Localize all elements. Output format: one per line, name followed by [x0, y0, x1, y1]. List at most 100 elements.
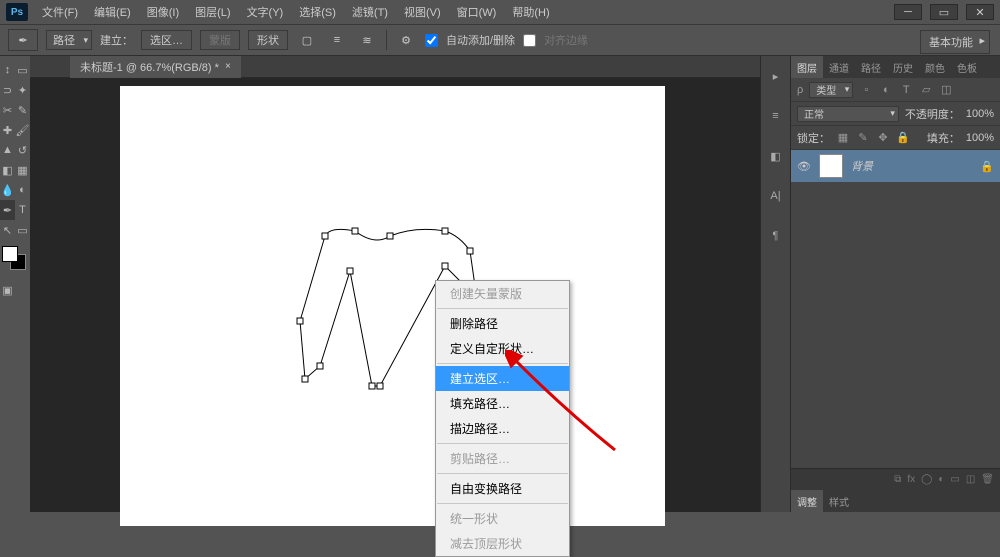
dodge-tool[interactable]: ◐: [15, 180, 30, 200]
filter-adjust-icon[interactable]: ◐: [879, 83, 893, 97]
ctx-fill-path[interactable]: 填充路径…: [436, 391, 569, 416]
marquee-tool[interactable]: ▭: [15, 60, 30, 80]
make-shape-button[interactable]: 形状: [248, 30, 288, 50]
menu-image[interactable]: 图像(I): [139, 0, 187, 24]
visibility-icon[interactable]: 👁: [797, 160, 811, 173]
auto-add-delete-checkbox[interactable]: [425, 34, 438, 47]
window-maximize[interactable]: ▭: [930, 4, 958, 20]
window-close[interactable]: ✕: [966, 4, 994, 20]
shape-tool[interactable]: ▭: [15, 220, 30, 240]
move-tool[interactable]: ↕: [0, 60, 15, 80]
ctx-unite-shapes[interactable]: 统一形状: [436, 506, 569, 531]
type-tool[interactable]: T: [15, 200, 30, 220]
adjust-icon[interactable]: ◐: [938, 474, 944, 485]
path-align-icon[interactable]: ≡: [326, 29, 348, 51]
layer-thumbnail[interactable]: [819, 154, 843, 178]
filter-pixel-icon[interactable]: ▫: [859, 83, 873, 97]
pen-tool[interactable]: ✒: [0, 200, 15, 220]
wand-tool[interactable]: ✦: [15, 80, 30, 100]
tab-swatches[interactable]: 色板: [951, 56, 983, 78]
ctx-free-transform[interactable]: 自由变换路径: [436, 476, 569, 501]
tab-styles[interactable]: 样式: [823, 490, 855, 512]
make-mask-button[interactable]: 蒙版: [200, 30, 240, 50]
close-tab-icon[interactable]: ×: [225, 61, 231, 72]
menu-edit[interactable]: 编辑(E): [86, 0, 139, 24]
layer-name[interactable]: 背景: [851, 158, 873, 174]
lock-move-icon[interactable]: ✥: [876, 131, 890, 145]
workspace-switcher[interactable]: 基本功能: [920, 30, 990, 54]
quickmask-toggle[interactable]: ▣: [0, 280, 15, 300]
fill-value[interactable]: 100%: [966, 132, 994, 144]
window-minimize[interactable]: ─: [894, 4, 922, 20]
path-select-tool[interactable]: ↖: [0, 220, 15, 240]
tab-adjustments[interactable]: 调整: [791, 490, 823, 512]
layers-footer: ⧉ fx ◯ ◐ ▭ ◫ 🗑: [791, 468, 1000, 490]
eyedropper-tool[interactable]: ✎: [15, 100, 30, 120]
collapsed-paragraph-icon[interactable]: ¶: [766, 226, 786, 246]
filter-smart-icon[interactable]: ◫: [939, 83, 953, 97]
ctx-stroke-path[interactable]: 描边路径…: [436, 416, 569, 441]
color-swatches[interactable]: [0, 246, 28, 274]
document-tab[interactable]: 未标题-1 @ 66.7%(RGB/8) * ×: [70, 56, 241, 78]
path-arrange-icon[interactable]: ≋: [356, 29, 378, 51]
lasso-tool[interactable]: ⊃: [0, 80, 15, 100]
auto-add-delete-label: 自动添加/删除: [446, 32, 515, 48]
mask-icon[interactable]: ◯: [921, 474, 932, 485]
make-selection-button[interactable]: 选区…: [141, 30, 192, 50]
align-edges-label: 对齐边缘: [544, 32, 588, 48]
lock-paint-icon[interactable]: ✎: [856, 131, 870, 145]
lock-transparent-icon[interactable]: ▦: [836, 131, 850, 145]
link-icon[interactable]: ⧉: [894, 474, 901, 485]
crop-tool[interactable]: ✂: [0, 100, 15, 120]
trash-icon[interactable]: 🗑: [981, 474, 994, 485]
blur-tool[interactable]: 💧: [0, 180, 15, 200]
fx-icon[interactable]: fx: [907, 474, 915, 485]
blend-mode-select[interactable]: 正常: [797, 106, 899, 122]
menu-filter[interactable]: 滤镜(T): [344, 0, 396, 24]
gear-icon[interactable]: ⚙: [395, 29, 417, 51]
folder-icon[interactable]: ▭: [950, 474, 959, 485]
gradient-tool[interactable]: ▦: [15, 160, 30, 180]
menu-select[interactable]: 选择(S): [291, 0, 344, 24]
ctx-create-vector-mask[interactable]: 创建矢量蒙版: [436, 281, 569, 306]
ctx-define-shape[interactable]: 定义自定形状…: [436, 336, 569, 361]
stamp-tool[interactable]: ▲: [0, 140, 15, 160]
filter-type-icon[interactable]: T: [899, 83, 913, 97]
history-brush-tool[interactable]: ↺: [15, 140, 30, 160]
layer-row[interactable]: 👁 背景 🔒: [791, 150, 1000, 182]
ctx-delete-path[interactable]: 删除路径: [436, 311, 569, 336]
layer-kind-select[interactable]: 类型: [809, 82, 853, 98]
tab-history[interactable]: 历史: [887, 56, 919, 78]
menu-layer[interactable]: 图层(L): [187, 0, 238, 24]
collapsed-play-icon[interactable]: ▸: [766, 66, 786, 86]
tool-preset-icon[interactable]: ✒: [8, 29, 38, 51]
menu-file[interactable]: 文件(F): [34, 0, 86, 24]
new-layer-icon[interactable]: ◫: [966, 474, 975, 485]
eraser-tool[interactable]: ◧: [0, 160, 15, 180]
collapsed-panel-icon[interactable]: ≡: [766, 106, 786, 126]
path-op-icon[interactable]: ▢: [296, 29, 318, 51]
ctx-subtract-front[interactable]: 减去顶层形状: [436, 531, 569, 556]
menu-view[interactable]: 视图(V): [396, 0, 449, 24]
canvas[interactable]: [120, 86, 665, 526]
heal-tool[interactable]: ✚: [0, 120, 15, 140]
menu-window[interactable]: 窗口(W): [449, 0, 505, 24]
collapsed-text-icon[interactable]: A|: [766, 186, 786, 206]
filter-shape-icon[interactable]: ▱: [919, 83, 933, 97]
menu-type[interactable]: 文字(Y): [239, 0, 292, 24]
menu-help[interactable]: 帮助(H): [504, 0, 557, 24]
tab-channels[interactable]: 通道: [823, 56, 855, 78]
align-edges-checkbox[interactable]: [523, 34, 536, 47]
title-bar: Ps 文件(F) 编辑(E) 图像(I) 图层(L) 文字(Y) 选择(S) 滤…: [0, 0, 1000, 24]
tab-layers[interactable]: 图层: [791, 56, 823, 78]
lock-all-icon[interactable]: 🔒: [896, 131, 910, 145]
opacity-value[interactable]: 100%: [966, 108, 994, 120]
tab-color[interactable]: 颜色: [919, 56, 951, 78]
path-mode-select[interactable]: 路径: [46, 30, 92, 50]
ctx-make-selection[interactable]: 建立选区…: [436, 366, 569, 391]
brush-tool[interactable]: 🖌: [15, 120, 30, 140]
make-label: 建立：: [100, 32, 133, 48]
ctx-clipping-path[interactable]: 剪贴路径…: [436, 446, 569, 471]
tab-paths[interactable]: 路径: [855, 56, 887, 78]
collapsed-panel-icon-2[interactable]: ◧: [766, 146, 786, 166]
